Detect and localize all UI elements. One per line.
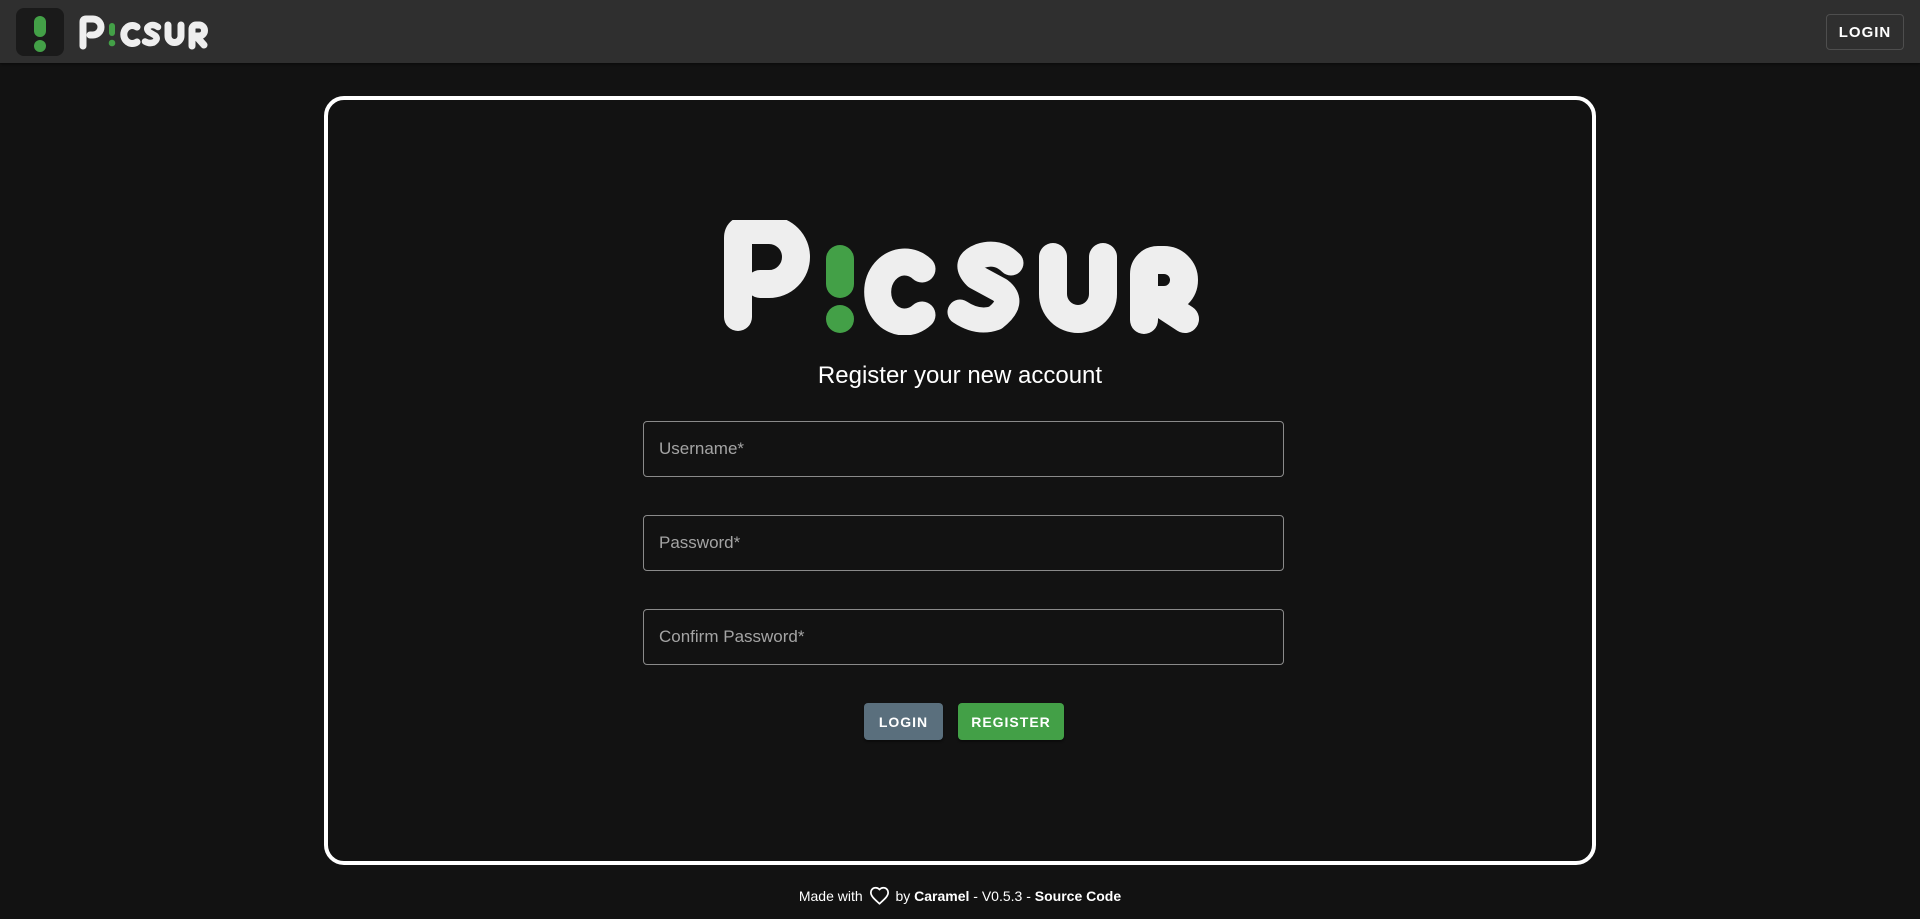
header-login-button[interactable]: LOGIN [1826,14,1904,50]
footer-by: by [895,888,911,904]
register-button[interactable]: REGISTER [958,703,1064,740]
password-field[interactable] [643,515,1284,571]
login-button[interactable]: LOGIN [864,703,943,740]
footer-separator: - [973,888,978,904]
app-logo-icon[interactable] [16,8,64,56]
heart-icon [869,886,890,908]
confirm-password-field[interactable] [643,609,1284,665]
source-code-link[interactable]: Source Code [1035,888,1121,904]
register-card: Register your new account LOGIN REGISTER [324,96,1596,865]
confirm-password-input[interactable] [644,610,1283,664]
footer-author-link[interactable]: Caramel [914,888,969,904]
footer-version: V0.5.3 [981,888,1023,904]
username-field[interactable] [643,421,1284,477]
top-app-bar: LOGIN [0,0,1920,63]
username-input[interactable] [644,422,1283,476]
footer-made-with: Made with [798,888,863,904]
footer-separator: - [1026,888,1031,904]
page-subtitle: Register your new account [817,362,1103,389]
footer: Made with by Caramel - V0.5.3 - Source C… [0,886,1920,908]
brand-wordmark[interactable] [79,14,216,55]
password-input[interactable] [644,516,1283,570]
picsur-logo [718,216,1202,340]
